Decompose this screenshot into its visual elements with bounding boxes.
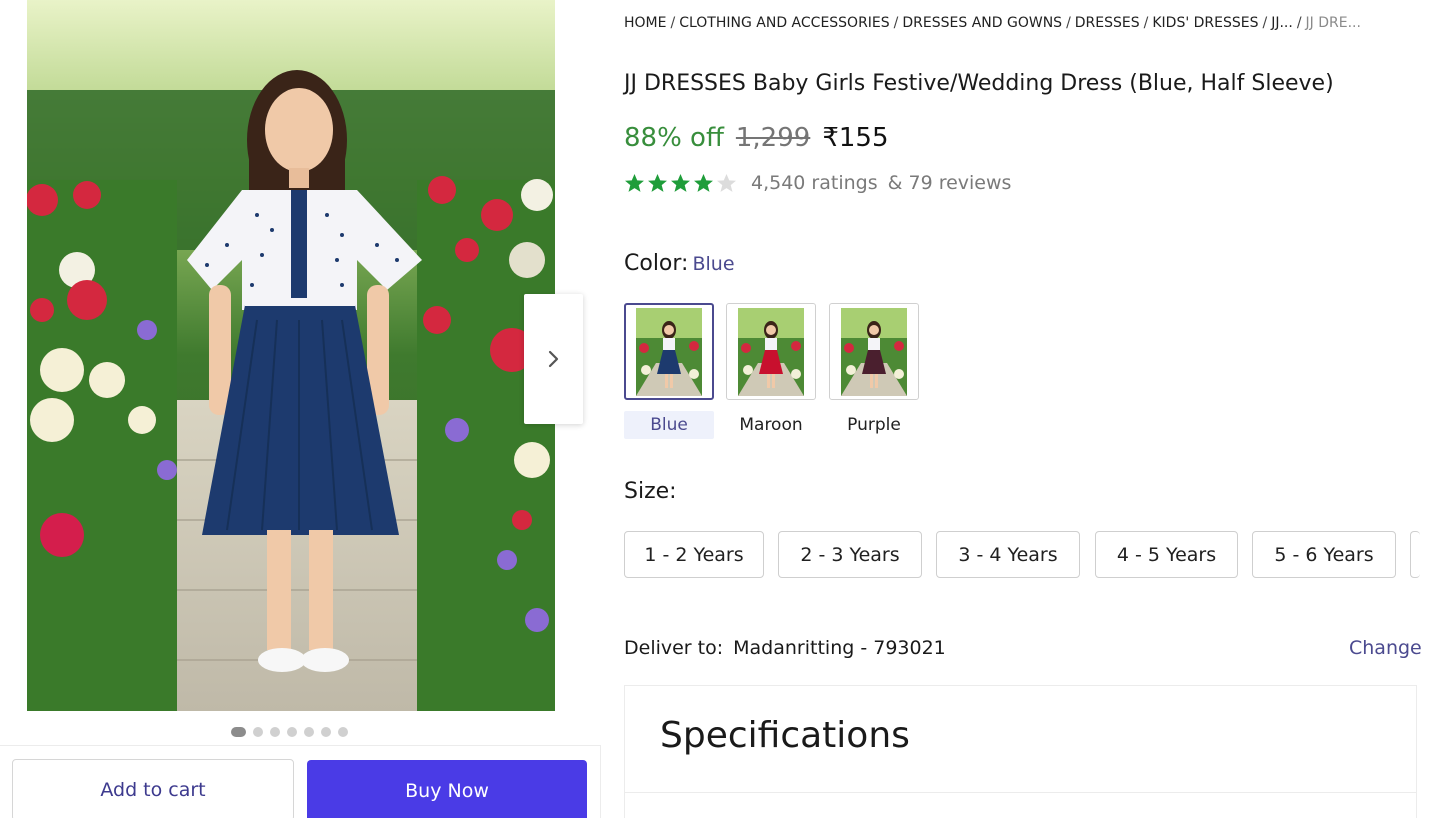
- carousel-dot[interactable]: [321, 727, 331, 737]
- size-option[interactable]: 4 - 5 Years: [1095, 531, 1238, 578]
- swatch-thumbnail: [841, 307, 907, 396]
- price-row: 88% off 1,299 ₹155: [624, 123, 888, 153]
- star-icon: [625, 173, 644, 192]
- breadcrumb-separator: /: [1143, 15, 1149, 31]
- delivery-info: Deliver to: Madanritting - 793021: [624, 637, 946, 659]
- chevron-right-icon: [548, 350, 558, 368]
- color-swatch-purple[interactable]: [829, 303, 919, 400]
- rating-stars: [624, 173, 737, 194]
- breadcrumb-item[interactable]: KIDS' DRESSES: [1152, 15, 1258, 31]
- color-swatch-label[interactable]: Purple: [829, 411, 919, 439]
- discount-label: 88% off: [624, 123, 724, 153]
- carousel-dot[interactable]: [287, 727, 297, 737]
- carousel-dot[interactable]: [270, 727, 280, 737]
- color-label: Color: Blue: [624, 251, 735, 276]
- swatch-thumbnail: [738, 307, 804, 396]
- carousel-dot[interactable]: [231, 727, 246, 737]
- selling-price: ₹155: [822, 123, 889, 153]
- breadcrumb-item[interactable]: DRESSES AND GOWNS: [902, 15, 1062, 31]
- size-option[interactable]: 1 - 2 Years: [624, 531, 764, 578]
- size-option[interactable]: 2 - 3 Years: [778, 531, 922, 578]
- star-icon: [671, 173, 690, 192]
- delivery-location: Madanritting - 793021: [733, 637, 946, 659]
- breadcrumb-separator: /: [893, 15, 899, 31]
- breadcrumb-separator: /: [1262, 15, 1268, 31]
- product-photo: [27, 0, 555, 711]
- next-image-button[interactable]: [524, 294, 583, 424]
- star-icon: [717, 173, 736, 192]
- color-label-text: Color:: [624, 251, 689, 276]
- color-swatch-label[interactable]: Blue: [624, 411, 714, 439]
- color-swatch-blue[interactable]: [624, 303, 714, 400]
- specifications-heading: Specifications: [660, 715, 910, 756]
- product-image[interactable]: [27, 0, 555, 711]
- breadcrumb-item[interactable]: HOME: [624, 15, 666, 31]
- carousel-dot[interactable]: [304, 727, 314, 737]
- size-option[interactable]: 3 - 4 Years: [936, 531, 1080, 578]
- breadcrumb-separator: /: [670, 15, 676, 31]
- product-title: JJ DRESSES Baby Girls Festive/Wedding Dr…: [624, 71, 1334, 96]
- breadcrumb-item[interactable]: CLOTHING AND ACCESSORIES: [679, 15, 889, 31]
- color-swatch-label[interactable]: Maroon: [726, 411, 816, 439]
- rating-row[interactable]: 4,540 ratings & 79 reviews: [624, 172, 1011, 194]
- add-to-cart-button[interactable]: Add to cart: [12, 759, 294, 818]
- breadcrumb: HOME / CLOTHING AND ACCESSORIES / DRESSES AN…: [624, 15, 1424, 31]
- reviews-count: & 79 reviews: [887, 172, 1012, 194]
- swatch-thumbnail: [636, 307, 702, 396]
- color-swatch-maroon[interactable]: [726, 303, 816, 400]
- star-icon: [694, 173, 713, 192]
- breadcrumb-item[interactable]: DRESSES: [1075, 15, 1140, 31]
- carousel-dot[interactable]: [253, 727, 263, 737]
- image-carousel-dots: [231, 727, 348, 737]
- size-option-overflow[interactable]: [1410, 531, 1420, 578]
- size-label: Size:: [624, 479, 677, 504]
- star-icon: [648, 173, 667, 192]
- buy-now-button[interactable]: Buy Now: [307, 760, 587, 818]
- change-location-link[interactable]: Change: [1349, 637, 1422, 659]
- breadcrumb-separator: /: [1296, 15, 1302, 31]
- deliver-to-label: Deliver to:: [624, 637, 724, 659]
- size-option[interactable]: 5 - 6 Years: [1252, 531, 1396, 578]
- selected-color-value: Blue: [692, 253, 735, 275]
- breadcrumb-separator: /: [1066, 15, 1071, 31]
- specifications-divider: [624, 792, 1417, 793]
- original-price: 1,299: [735, 123, 811, 153]
- breadcrumb-item[interactable]: JJ...: [1271, 15, 1293, 31]
- breadcrumb-current: JJ DRE...: [1305, 15, 1361, 31]
- carousel-dot[interactable]: [338, 727, 348, 737]
- ratings-count: 4,540 ratings: [751, 172, 878, 194]
